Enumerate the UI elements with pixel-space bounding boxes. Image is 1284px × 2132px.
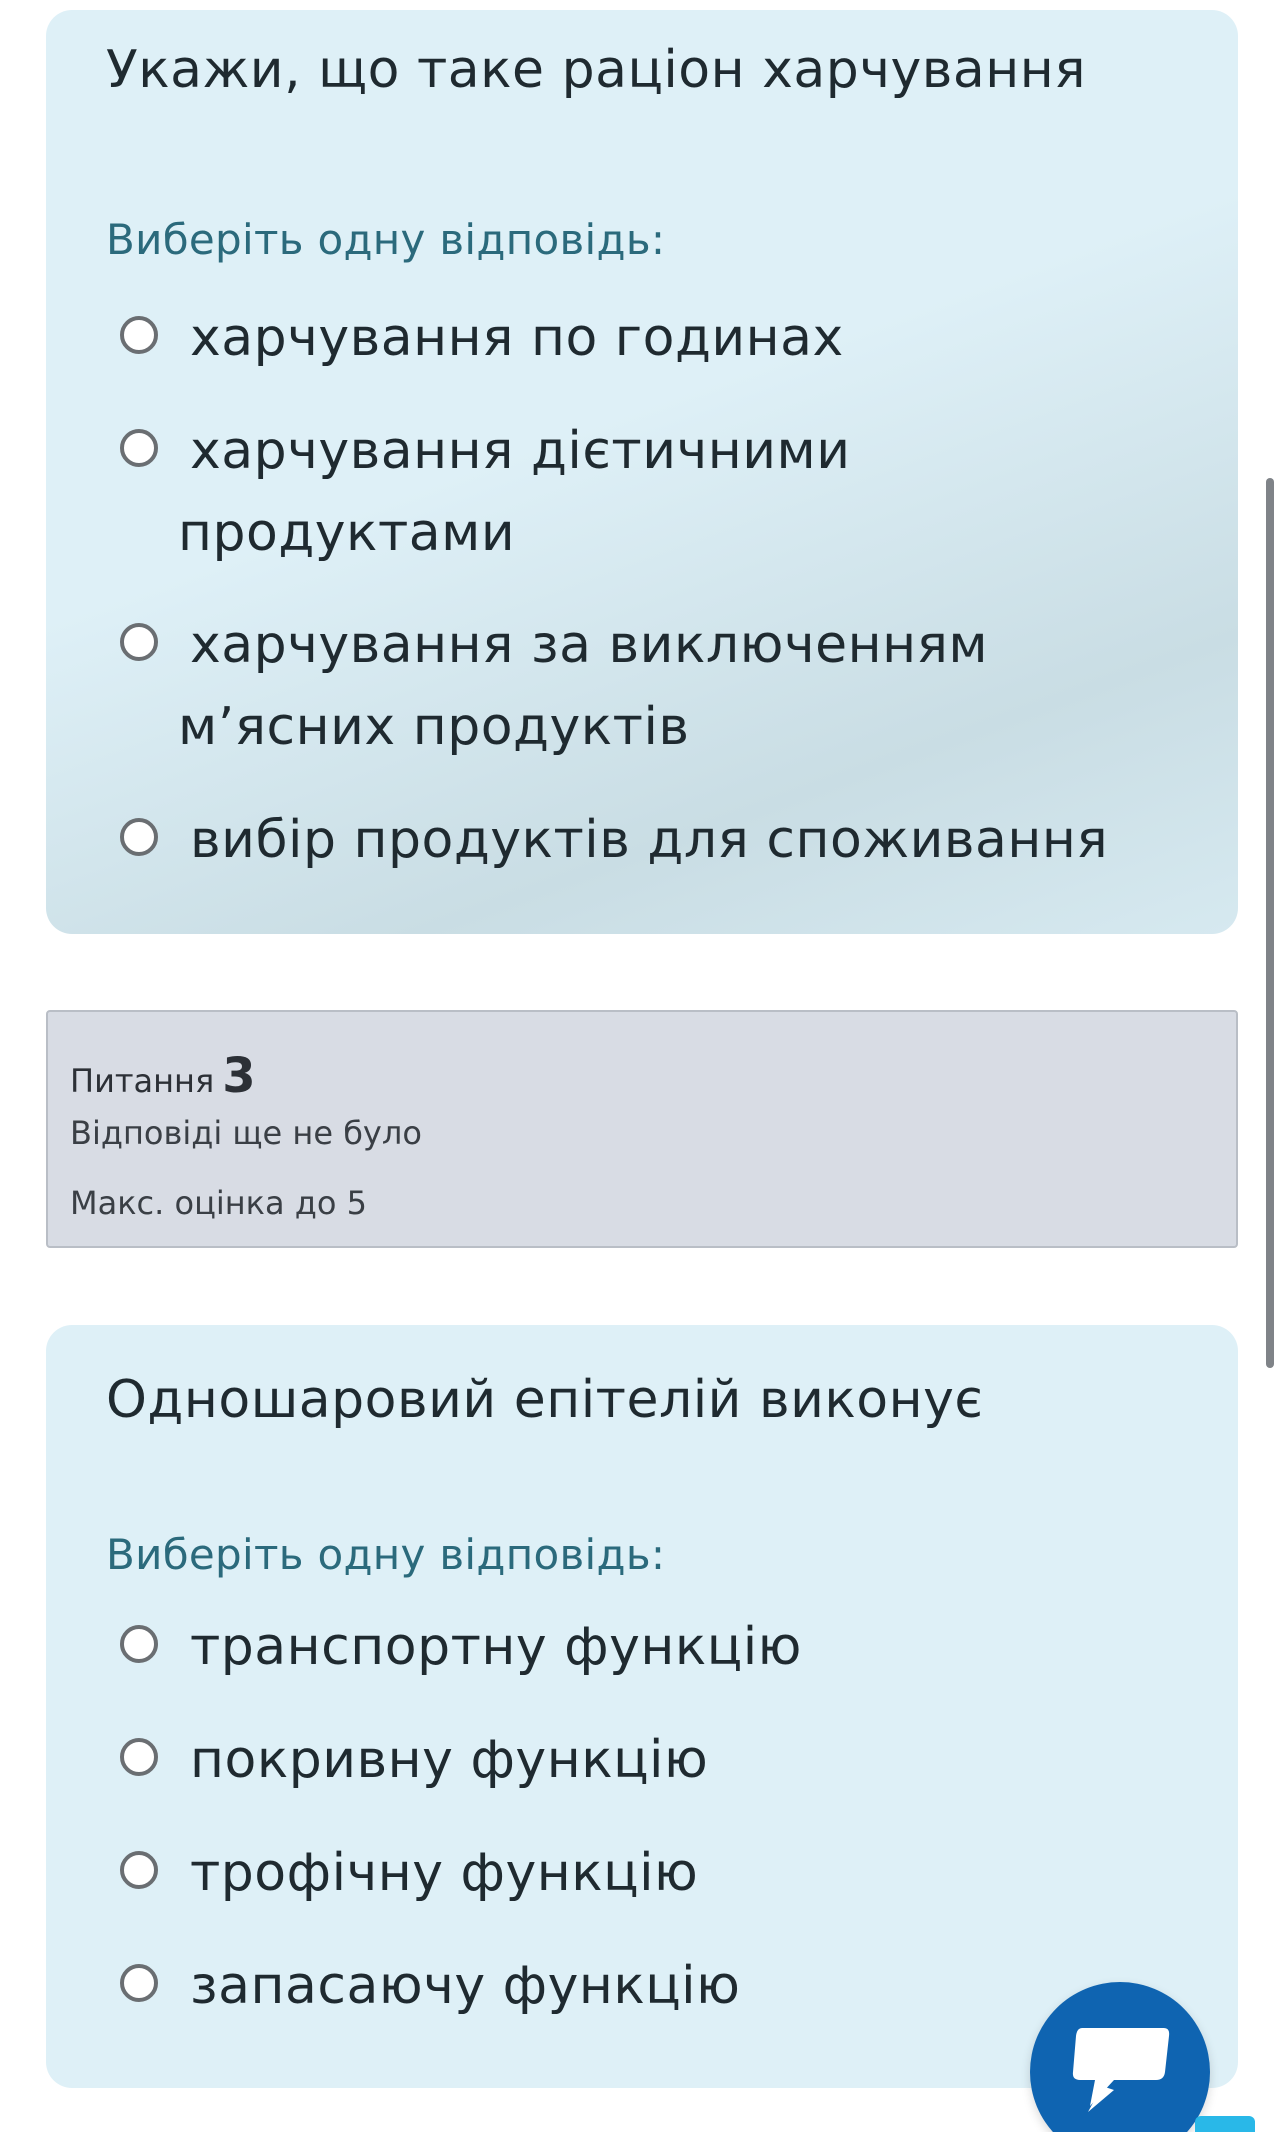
question-number-label: Питання [70, 1062, 215, 1100]
answer-option[interactable]: вибір продуктів для споживання [120, 799, 1200, 881]
radio-unchecked-icon[interactable] [120, 623, 158, 661]
question-info-3: Питання 3 Відповіді ще не було Макс. оцін… [46, 1010, 1238, 1248]
answer-label[interactable]: запасаючу функцію [190, 1945, 740, 2027]
question-text: Укажи, що таке раціон харчування [106, 40, 1087, 100]
radio-unchecked-icon[interactable] [120, 818, 158, 856]
answer-label-continued[interactable]: м’ясних продуктів [178, 697, 690, 757]
chat-bubble-icon [1072, 2028, 1170, 2112]
radio-unchecked-icon[interactable] [120, 1738, 158, 1776]
answer-label[interactable]: харчування дієтичними [190, 410, 851, 492]
radio-unchecked-icon[interactable] [120, 1964, 158, 2002]
corner-tab[interactable] [1195, 2116, 1255, 2132]
question-grade: Макс. оцінка до 5 [70, 1184, 367, 1222]
answer-option[interactable]: покривну функцію [120, 1719, 1200, 1801]
scrollbar-thumb[interactable] [1266, 478, 1274, 1368]
radio-unchecked-icon[interactable] [120, 1851, 158, 1889]
quiz-page: Укажи, що таке раціон харчування Виберіт… [0, 0, 1284, 2132]
question-card-3: Одношаровий епітелій виконує Виберіть од… [46, 1325, 1238, 2088]
question-state: Відповіді ще не було [70, 1114, 422, 1152]
question-card-2: Укажи, що таке раціон харчування Виберіт… [46, 10, 1238, 934]
radio-unchecked-icon[interactable] [120, 316, 158, 354]
question-text: Одношаровий епітелій виконує [106, 1370, 984, 1430]
radio-unchecked-icon[interactable] [120, 1625, 158, 1663]
answer-label[interactable]: покривну функцію [190, 1719, 708, 1801]
answer-label[interactable]: трофічну функцію [190, 1832, 698, 1914]
answer-option[interactable]: харчування за виключенням м’ясних продук… [120, 604, 1200, 768]
radio-unchecked-icon[interactable] [120, 429, 158, 467]
question-number: Питання 3 [70, 1048, 256, 1104]
answer-option[interactable]: харчування по годинах [120, 297, 1200, 379]
answer-label[interactable]: транспортну функцію [190, 1606, 802, 1688]
answer-label[interactable]: вибір продуктів для споживання [190, 799, 1108, 881]
answer-option[interactable]: трофічну функцію [120, 1832, 1200, 1914]
answer-option[interactable]: харчування дієтичними продуктами [120, 410, 1200, 574]
answer-prompt: Виберіть одну відповідь: [106, 1530, 666, 1579]
answer-option[interactable]: запасаючу функцію [120, 1945, 1200, 2027]
answer-option[interactable]: транспортну функцію [120, 1606, 1200, 1688]
question-number-value: 3 [222, 1048, 256, 1104]
answer-label[interactable]: харчування по годинах [190, 297, 844, 379]
answer-label[interactable]: харчування за виключенням [190, 604, 988, 686]
answer-label-continued[interactable]: продуктами [178, 503, 515, 563]
answer-prompt: Виберіть одну відповідь: [106, 215, 666, 264]
